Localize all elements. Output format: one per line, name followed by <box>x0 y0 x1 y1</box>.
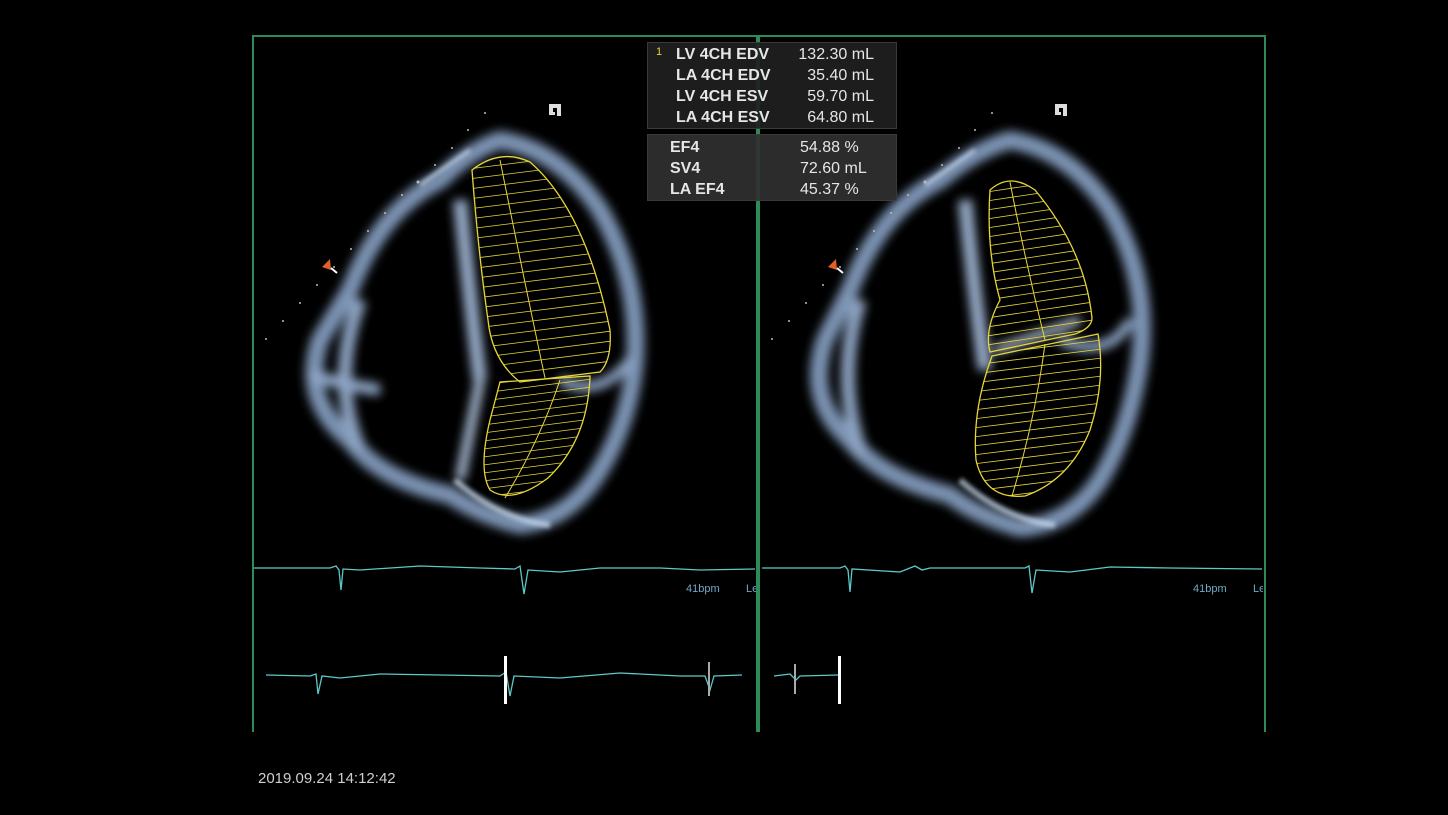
trace-hatch-line <box>988 210 1092 230</box>
measurement-value: 35.40 mL <box>807 67 874 84</box>
trace-hatch-line <box>472 299 611 321</box>
volume-measurements: 1 LV 4CH EDV 132.30 mL LA 4CH EDV 35.40 … <box>647 42 897 129</box>
timestamp: 2019.09.24 14:12:42 <box>258 770 396 787</box>
result-row: SV4 72.60 mL <box>670 158 874 179</box>
left-ecg-trace <box>254 564 756 595</box>
trace-hatch-line <box>484 441 590 459</box>
trace-hatch-line <box>484 449 590 467</box>
trace-hatch-line <box>975 455 1101 475</box>
trace-hatch-line <box>975 464 1101 484</box>
right-lead-label: Le <box>1253 583 1263 595</box>
result-label: EF4 <box>670 139 700 156</box>
trace-hatch-line <box>484 425 590 443</box>
trace-hatch-line <box>988 237 1092 257</box>
measurement-row: LV 4CH EDV 132.30 mL <box>676 44 874 65</box>
trace-hatch-line <box>988 273 1092 293</box>
trace-hatch-line <box>975 410 1101 430</box>
trace-hatch-line <box>975 401 1101 421</box>
result-label: LA EF4 <box>670 181 725 198</box>
orientation-marker-icon <box>322 259 844 274</box>
trace-hatch-line <box>988 228 1092 248</box>
trace-hatch-line <box>472 249 611 271</box>
trace-hatch-line <box>484 385 590 403</box>
result-row: EF4 54.88 % <box>670 137 874 158</box>
trace-hatch-line <box>975 446 1101 466</box>
measurement-row: LV 4CH ESV 59.70 mL <box>676 86 874 107</box>
trace-hatch-line <box>484 457 590 475</box>
frame-cursor[interactable] <box>504 656 841 704</box>
calculated-results: EF4 54.88 % SV4 72.60 mL LA EF4 45.37 % <box>647 134 897 201</box>
result-value: 54.88 % <box>800 139 859 156</box>
measurement-value: 59.70 mL <box>807 88 874 105</box>
right-ecg-trace <box>762 565 1263 594</box>
left-echo-image <box>305 130 645 535</box>
trace-hatch-line <box>472 329 611 351</box>
left-heart-rate: 41bpm <box>686 583 720 595</box>
result-row: LA EF4 45.37 % <box>670 179 874 200</box>
trace-hatch-line <box>975 428 1101 448</box>
measurement-label: LA 4CH ESV <box>676 109 770 126</box>
trace-hatch-line <box>988 219 1092 239</box>
trace-hatch-line <box>484 409 590 427</box>
left-lead-label: Le <box>746 583 756 595</box>
trace-hatch-line <box>472 239 611 261</box>
measurement-label: LV 4CH ESV <box>676 88 769 105</box>
trace-hatch-line <box>472 319 611 341</box>
trace-hatch-line <box>988 264 1092 284</box>
trace-hatch-line <box>472 229 611 251</box>
trace-hatch-line <box>484 465 590 483</box>
measurement-index: 1 <box>656 46 663 58</box>
trace-hatch-line <box>975 437 1101 457</box>
right-ecg-timeline <box>773 673 839 681</box>
right-heart-rate: 41bpm <box>1193 583 1227 595</box>
measurement-label: LA 4CH EDV <box>676 67 771 84</box>
trace-hatch-line <box>988 201 1092 221</box>
measurement-label: LV 4CH EDV <box>676 46 770 63</box>
trace-hatch-line <box>472 309 611 331</box>
result-value: 72.60 mL <box>800 160 867 177</box>
measurement-row: LA 4CH EDV 35.40 mL <box>676 65 874 86</box>
trace-hatch-line <box>975 392 1101 412</box>
trace-hatch-line <box>988 246 1092 266</box>
result-value: 45.37 % <box>800 181 859 198</box>
measurement-value: 132.30 mL <box>798 46 874 63</box>
measurement-row: LA 4CH ESV 64.80 mL <box>676 107 874 128</box>
measurement-value: 64.80 mL <box>807 109 874 126</box>
result-label: SV4 <box>670 160 701 177</box>
trace-hatch-line <box>472 219 611 241</box>
trace-hatch-line <box>472 169 611 191</box>
trace-hatch-line <box>475 354 600 370</box>
